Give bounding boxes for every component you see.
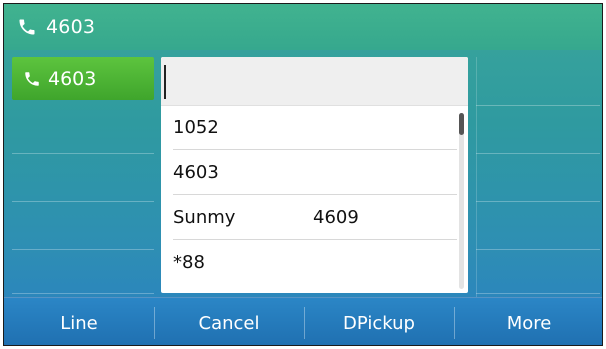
divider — [476, 249, 600, 250]
line-keys-panel: 4603 — [12, 57, 154, 297]
softkey-dpickup[interactable]: DPickup — [304, 298, 454, 345]
divider — [12, 153, 154, 154]
scrollbar[interactable] — [459, 113, 464, 289]
suggestion-ext: 4609 — [313, 206, 359, 228]
line-key-4603[interactable]: 4603 — [12, 57, 154, 100]
suggestion-item[interactable]: Sunmy 4609 — [173, 195, 457, 240]
phone-icon — [22, 69, 42, 89]
suggestion-name: Sunmy — [173, 206, 236, 228]
divider — [476, 153, 600, 154]
softkey-cancel[interactable]: Cancel — [154, 298, 304, 345]
dial-input[interactable] — [161, 57, 468, 106]
suggestion-item[interactable]: 4603 — [173, 150, 457, 195]
suggestion-item[interactable]: *88 — [173, 240, 457, 284]
phone-icon — [16, 16, 38, 38]
divider — [476, 57, 477, 297]
softkey-more[interactable]: More — [454, 298, 602, 345]
text-caret — [164, 65, 166, 99]
divider — [476, 105, 600, 106]
header-number: 4603 — [46, 16, 96, 38]
divider — [12, 201, 154, 202]
scrollbar-thumb[interactable] — [459, 113, 464, 135]
divider — [476, 293, 600, 294]
line-key-label: 4603 — [48, 67, 97, 90]
divider — [476, 201, 600, 202]
suggestion-name: *88 — [173, 251, 205, 273]
dial-suggestion-dropdown: 1052 4603 Sunmy 4609 *88 — [161, 57, 468, 293]
divider — [12, 249, 154, 250]
suggestion-name: 1052 — [173, 116, 219, 138]
suggestion-item[interactable]: 1052 — [173, 105, 457, 150]
divider — [12, 293, 154, 294]
softkey-line[interactable]: Line — [4, 298, 154, 345]
softkey-bar: Line Cancel DPickup More — [4, 297, 602, 345]
suggestion-name: 4603 — [173, 161, 219, 183]
right-keys-panel — [476, 57, 600, 297]
status-bar: 4603 — [4, 4, 602, 50]
suggestion-list: 1052 4603 Sunmy 4609 *88 — [161, 105, 457, 284]
phone-screen: 4603 4603 1052 4603 Sunmy 4609 *88 Line … — [3, 3, 603, 346]
